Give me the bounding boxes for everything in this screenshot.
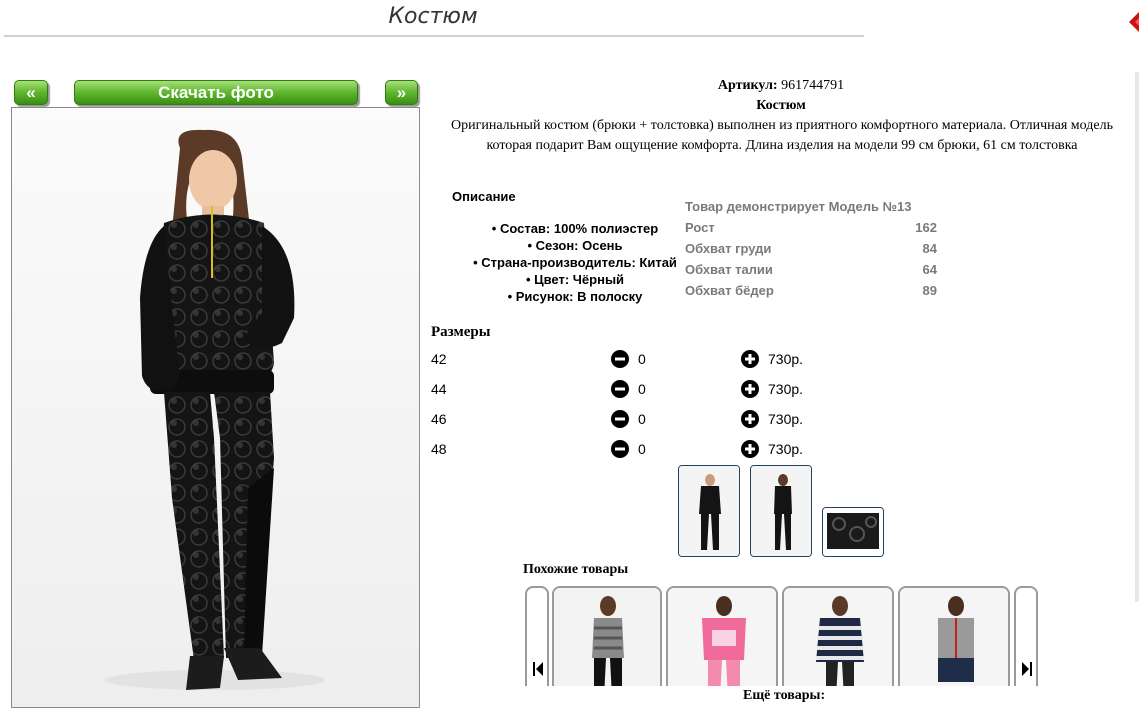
skip-prev-icon (533, 662, 543, 676)
property-item: Страна-производитель: Китай (452, 254, 698, 271)
measurement-value: 84 (922, 241, 937, 256)
plus-circle-icon[interactable] (741, 410, 759, 428)
page-scrollbar[interactable] (1135, 72, 1139, 602)
photo-thumbnail[interactable] (822, 507, 884, 557)
product-name: Костюм (756, 98, 806, 113)
property-item: Сезон: Осень (452, 237, 698, 254)
model-measurements: Товар демонстрирует Модель №13 Рост 162 … (685, 196, 937, 301)
quantity-value: 0 (638, 411, 646, 427)
sku-value: 961744791 (781, 78, 845, 93)
quantity-value: 0 (638, 351, 646, 367)
measurement-label: Обхват талии (685, 262, 773, 277)
next-photo-button[interactable]: » (385, 80, 418, 105)
photo-thumbnail[interactable] (678, 465, 740, 557)
property-item: Состав: 100% полиэстер (452, 220, 698, 237)
size-row: 48 0 730р. (431, 440, 831, 460)
measurement-row: Обхват груди 84 (685, 238, 937, 259)
similar-product-card[interactable] (666, 586, 778, 686)
product-description: Оригинальный костюм (брюки + толстовка) … (451, 118, 1113, 153)
similar-products-carousel (524, 586, 1039, 686)
sku-line: Артикул: 961744791 (425, 76, 1137, 96)
size-row: 46 0 730р. (431, 410, 831, 430)
similar-product-card[interactable] (782, 586, 894, 686)
price-value: 730р. (768, 441, 804, 457)
quantity-value: 0 (638, 381, 646, 397)
plus-circle-icon[interactable] (741, 440, 759, 458)
photo-thumbnail[interactable] (750, 465, 812, 557)
prev-photo-button[interactable]: « (14, 80, 48, 105)
minus-circle-icon[interactable] (611, 440, 629, 458)
measurement-label: Рост (685, 220, 715, 235)
more-products-heading: Ещё товары: (743, 688, 826, 703)
sku-label: Артикул: (717, 78, 778, 93)
minus-circle-icon[interactable] (611, 350, 629, 368)
close-icon[interactable] (1127, 8, 1139, 36)
sizes-heading: Размеры (431, 324, 491, 340)
measurement-value: 162 (915, 220, 937, 235)
model-heading: Товар демонстрирует Модель №13 (685, 199, 912, 214)
price-value: 730р. (768, 351, 804, 367)
size-value: 44 (431, 381, 447, 397)
measurement-label: Обхват бёдер (685, 283, 774, 298)
minus-circle-icon[interactable] (611, 410, 629, 428)
quantity-value: 0 (638, 441, 646, 457)
carousel-next-button[interactable] (1014, 586, 1038, 686)
similar-products-heading: Похожие товары (523, 562, 629, 577)
plus-circle-icon[interactable] (741, 380, 759, 398)
page-title: Костюм (388, 4, 478, 29)
carousel-prev-button[interactable] (525, 586, 549, 686)
size-value: 46 (431, 411, 447, 427)
description-heading: Описание (452, 189, 516, 204)
measurement-row: Обхват талии 64 (685, 259, 937, 280)
measurement-label: Обхват груди (685, 241, 772, 256)
property-item: Рисунок: В полоску (452, 288, 698, 305)
size-value: 42 (431, 351, 447, 367)
size-row: 42 0 730р. (431, 350, 831, 370)
measurement-row: Рост 162 (685, 217, 937, 238)
price-value: 730р. (768, 411, 804, 427)
plus-circle-icon[interactable] (741, 350, 759, 368)
similar-product-card[interactable] (898, 586, 1010, 686)
download-photo-button[interactable]: Скачать фото (74, 80, 358, 105)
skip-next-icon (1022, 662, 1032, 676)
properties-list: Состав: 100% полиэстер Сезон: Осень Стра… (452, 220, 698, 305)
main-product-photo[interactable] (11, 107, 420, 708)
size-row: 44 0 730р. (431, 380, 831, 400)
size-value: 48 (431, 441, 447, 457)
minus-circle-icon[interactable] (611, 380, 629, 398)
property-item: Цвет: Чёрный (452, 271, 698, 288)
similar-product-card[interactable] (552, 586, 662, 686)
measurement-value: 89 (922, 283, 937, 298)
price-value: 730р. (768, 381, 804, 397)
measurement-value: 64 (922, 262, 937, 277)
product-header: Артикул: 961744791 Костюм (425, 76, 1137, 116)
title-divider (4, 35, 864, 37)
measurement-row: Обхват бёдер 89 (685, 280, 937, 301)
